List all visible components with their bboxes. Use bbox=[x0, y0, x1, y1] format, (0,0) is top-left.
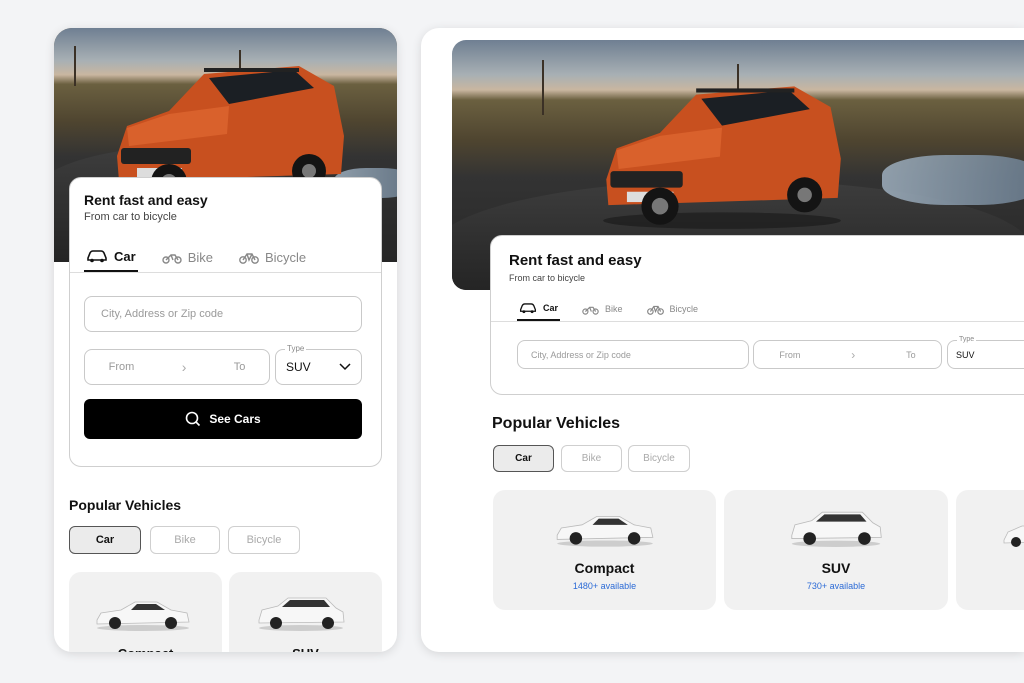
vehicle-card-suv[interactable]: SUV 730+ available bbox=[724, 490, 948, 610]
tab-car-label: Car bbox=[114, 248, 136, 264]
location-input[interactable]: City, Address or Zip code bbox=[84, 296, 362, 332]
filter-bike[interactable]: Bike bbox=[150, 526, 220, 554]
sedan-image bbox=[96, 601, 190, 631]
filter-bike-label: Bike bbox=[174, 534, 196, 546]
popular-vehicles-title: Popular Vehicles bbox=[69, 497, 182, 513]
vehicle-name-suv: SUV bbox=[821, 560, 851, 576]
suv-image bbox=[791, 511, 882, 547]
tab-bicycle[interactable]: Bicycle bbox=[237, 242, 308, 272]
filter-car[interactable]: Car bbox=[493, 445, 554, 472]
tab-car[interactable]: Car bbox=[84, 242, 138, 272]
type-select[interactable]: Type SUV bbox=[275, 344, 362, 385]
vehicle-card-compact[interactable]: Compact bbox=[69, 572, 222, 652]
to-field[interactable]: To bbox=[234, 361, 246, 373]
hero-suv-image bbox=[603, 86, 841, 229]
search-icon bbox=[186, 411, 201, 427]
desktop-screen: Rent fast and easy From car to bicycle C… bbox=[421, 28, 1024, 652]
tab-bike-label: Bike bbox=[187, 249, 213, 265]
tab-bicycle[interactable]: Bicycle bbox=[645, 296, 701, 321]
popular-vehicles-title: Popular Vehicles bbox=[492, 415, 621, 432]
search-card: Rent fast and easy From car to bicycle C… bbox=[490, 235, 1024, 395]
filter-car-label: Car bbox=[515, 453, 532, 464]
type-select[interactable]: Type SUV bbox=[947, 336, 1024, 369]
car-icon bbox=[87, 250, 107, 263]
location-placeholder: City, Address or Zip code bbox=[531, 349, 631, 360]
type-value: SUV bbox=[286, 360, 311, 374]
chevron-down-icon bbox=[339, 363, 351, 371]
tab-car-label: Car bbox=[543, 302, 559, 313]
tab-bicycle-label: Bicycle bbox=[669, 303, 699, 314]
search-card: Rent fast and easy From car to bicycle C… bbox=[69, 177, 382, 467]
suv-image bbox=[258, 597, 345, 631]
location-placeholder: City, Address or Zip code bbox=[101, 308, 224, 320]
from-field[interactable]: From bbox=[109, 361, 135, 373]
motorbike-icon bbox=[161, 254, 182, 264]
card-subtitle: From car to bicycle bbox=[84, 211, 177, 223]
to-field[interactable]: To bbox=[906, 350, 916, 360]
filter-bicycle-label: Bicycle bbox=[643, 453, 675, 464]
filter-bicycle[interactable]: Bicycle bbox=[628, 445, 690, 472]
see-cars-label: See Cars bbox=[209, 412, 261, 426]
motorbike-icon bbox=[582, 306, 599, 315]
vehicle-name-compact: Compact bbox=[69, 646, 222, 652]
bicycle-icon bbox=[239, 253, 259, 264]
vehicle-name-suv: SUV bbox=[229, 646, 382, 652]
bicycle-icon bbox=[646, 305, 664, 315]
vehicle-name-compact: Compact bbox=[574, 560, 635, 576]
vehicle-availability-compact: 1480+ available bbox=[572, 581, 637, 591]
chevron-right-icon: › bbox=[181, 359, 187, 375]
tab-bike[interactable]: Bike bbox=[160, 242, 215, 272]
vehicle-tabs: Car Bike Bicycle bbox=[70, 242, 381, 273]
tab-bicycle-label: Bicycle bbox=[264, 249, 307, 265]
tab-car[interactable]: Car bbox=[517, 296, 561, 321]
date-range-input[interactable]: From › To bbox=[753, 340, 942, 369]
type-label: Type bbox=[957, 336, 977, 343]
type-value: SUV bbox=[956, 349, 975, 360]
tree-shape bbox=[74, 46, 76, 86]
mobile-screen: Rent fast and easy From car to bicycle C… bbox=[54, 28, 397, 652]
tab-bike-label: Bike bbox=[605, 303, 623, 314]
vehicle-tabs: Car Bike Bicycle bbox=[491, 296, 1024, 322]
location-input[interactable]: City, Address or Zip code bbox=[517, 340, 749, 369]
card-title: Rent fast and easy bbox=[509, 252, 642, 269]
puddle-shape bbox=[882, 155, 1024, 205]
car-icon bbox=[519, 302, 537, 313]
vehicle-card-compact[interactable]: Compact 1480+ available bbox=[493, 490, 716, 610]
vehicle-availability-suv: 730+ available bbox=[806, 581, 866, 591]
vehicle-card-partial[interactable] bbox=[956, 490, 1024, 610]
tab-bike[interactable]: Bike bbox=[580, 296, 625, 321]
filter-car-label: Car bbox=[95, 534, 115, 546]
vehicle-card-suv[interactable]: SUV bbox=[229, 572, 382, 652]
tree-shape bbox=[542, 60, 544, 115]
car-image bbox=[1003, 525, 1024, 547]
date-range-input[interactable]: From › To bbox=[84, 349, 270, 385]
see-cars-button[interactable]: See Cars bbox=[84, 399, 362, 439]
chevron-right-icon: › bbox=[851, 347, 856, 362]
from-field[interactable]: From bbox=[779, 350, 800, 360]
filter-car[interactable]: Car bbox=[69, 526, 141, 554]
filter-bicycle-label: Bicycle bbox=[246, 534, 282, 546]
filter-bike[interactable]: Bike bbox=[561, 445, 622, 472]
card-subtitle: From car to bicycle bbox=[509, 273, 586, 283]
filter-bike-label: Bike bbox=[581, 453, 602, 464]
filter-bicycle[interactable]: Bicycle bbox=[228, 526, 300, 554]
sedan-image bbox=[556, 516, 654, 547]
card-title: Rent fast and easy bbox=[84, 192, 208, 208]
type-label: Type bbox=[285, 344, 307, 353]
